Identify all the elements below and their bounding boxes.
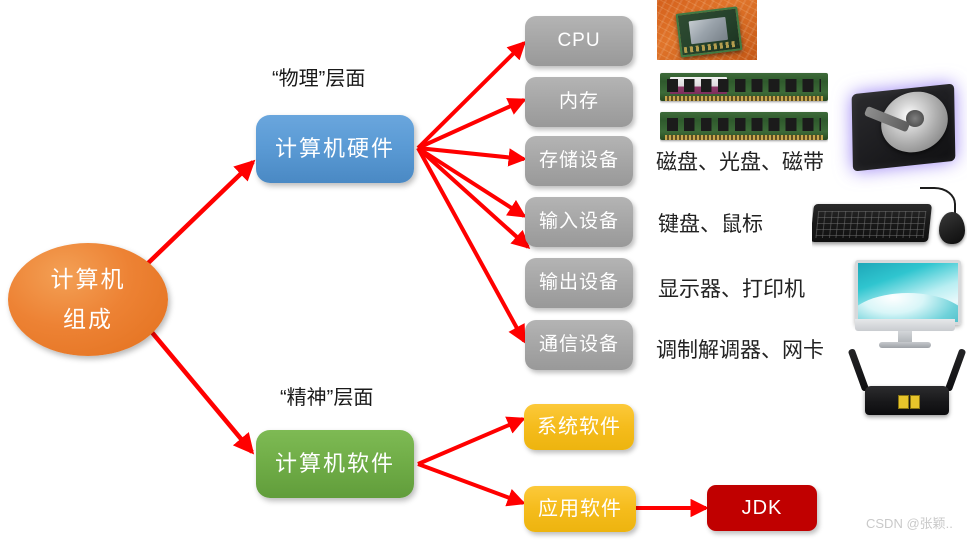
watermark-text: CSDN @张颖.. [866,516,953,531]
ram-module-top [660,73,828,101]
ram-module-bottom [660,112,828,140]
ram-chips [666,118,822,131]
examples-communication: 调制解调器、网卡 [656,338,824,362]
diagram-canvas: “物理”层面 “精神”层面 计算机 组成 计算机硬件 计算机软件 CPU 内存 … [0,0,967,540]
arrow-root-to-hardware [141,159,256,270]
keyboard [812,204,932,243]
examples-output: 显示器、打印机 [658,277,805,301]
monitor-bezel [854,319,956,331]
wifi-router-photo [848,336,966,432]
ram-modules-photo [660,72,828,144]
router-chassis [864,385,950,415]
root-node-computer-composition[interactable]: 计算机 组成 [8,243,168,356]
cpu-chip-package [675,5,743,57]
keyboard-mouse-photo [812,186,967,252]
router-antenna-right [944,347,966,392]
component-node-storage[interactable]: 存储设备 [525,136,633,186]
component-node-output[interactable]: 输出设备 [525,258,633,308]
ram-contacts [665,96,823,101]
layer-label-spiritual: “精神”层面 [280,387,374,409]
monitor-screen [854,259,962,326]
ram-chips [666,79,822,93]
cpu-die [688,16,729,44]
arrow-software-to-application-software [417,462,526,507]
software-node-system[interactable]: 系统软件 [524,404,634,450]
arrow-hardware-to-output [416,146,531,249]
keyboard-keys [815,211,927,239]
component-node-cpu[interactable]: CPU [525,16,633,66]
router-ethernet-port [898,395,909,409]
root-label-line2: 组成 [63,306,113,332]
root-label-line1: 计算机 [50,266,126,293]
mouse [939,212,966,245]
router-antenna-left [848,347,870,392]
ram-contacts [665,135,823,140]
component-node-communication[interactable]: 通信设备 [525,320,633,370]
component-node-memory[interactable]: 内存 [525,77,633,127]
arrow-hardware-to-storage [417,146,527,167]
branch-node-hardware[interactable]: 计算机硬件 [256,115,414,183]
examples-storage: 磁盘、光盘、磁带 [656,150,824,174]
arrow-hardware-to-communication [416,147,526,344]
hard-disk-photo [845,74,965,178]
router-ethernet-port [909,395,921,409]
arrow-hardware-to-cpu [416,40,527,150]
arrow-hardware-to-input [416,146,527,218]
branch-node-software[interactable]: 计算机软件 [256,430,414,498]
layer-label-physical: “物理”层面 [272,68,366,90]
cpu-chip-photo [657,0,757,60]
component-node-input[interactable]: 输入设备 [525,197,633,247]
arrow-hardware-to-memory [417,97,527,150]
arrow-software-to-system-software [417,416,526,466]
arrow-root-to-software [148,328,255,455]
software-node-application[interactable]: 应用软件 [524,486,636,532]
leaf-node-jdk[interactable]: JDK [707,485,817,531]
examples-input: 键盘、鼠标 [658,212,763,236]
